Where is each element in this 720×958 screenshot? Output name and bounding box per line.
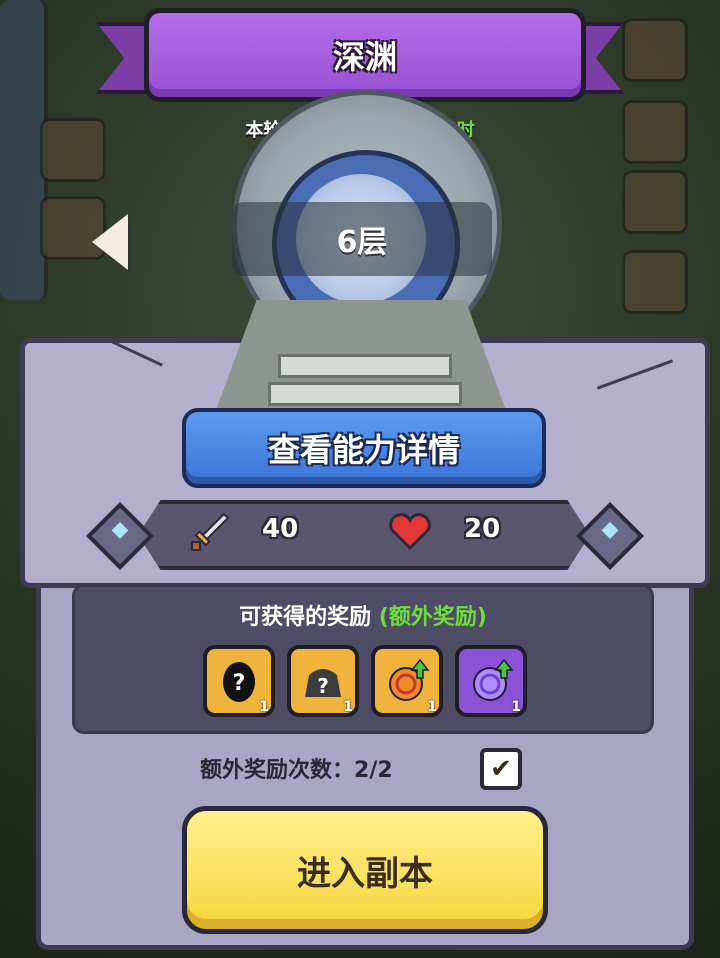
extra-count-value: 2/2	[354, 758, 393, 783]
floor-label: 6层	[336, 225, 388, 260]
sword-icon	[191, 512, 230, 551]
extra-reward-count: 额外奖励次数：2/2	[200, 752, 393, 784]
pedestal-step	[278, 354, 452, 378]
reward-count: 1	[343, 699, 353, 715]
reward-item-mystery-egg[interactable]: ? 1	[203, 645, 275, 717]
health-value: 20	[464, 514, 501, 544]
pedestal-step	[268, 382, 462, 406]
rewards-panel: 可获得的奖励 (额外奖励) ? 1 ? 1 1 1	[72, 584, 654, 734]
reward-count: 1	[427, 699, 437, 715]
crack-decoration	[107, 338, 163, 367]
checkmark-icon: ✔	[490, 754, 512, 784]
floor-indicator: 6层	[232, 202, 492, 276]
quest-icon	[622, 170, 688, 234]
svg-text:?: ?	[233, 671, 246, 696]
view-ability-details-button[interactable]: 查看能力详情	[182, 408, 546, 488]
title-banner: 深渊	[144, 8, 586, 102]
mail-icon	[622, 18, 688, 82]
reward-item-orange-orb[interactable]: 1	[371, 645, 443, 717]
scroll-icon	[622, 250, 688, 314]
previous-floor-arrow-icon[interactable]	[92, 214, 128, 270]
reward-item-purple-orb[interactable]: 1	[455, 645, 527, 717]
heart-icon	[389, 513, 431, 551]
svg-text:?: ?	[317, 674, 329, 698]
extra-count-label: 额外奖励次数：	[200, 758, 355, 783]
crack-decoration	[596, 359, 674, 390]
reward-item-mystery-pouch[interactable]: ? 1	[287, 645, 359, 717]
attack-value: 40	[262, 514, 299, 544]
page-title: 深渊	[332, 38, 397, 76]
reward-count: 1	[511, 699, 521, 715]
extra-reward-checkbox[interactable]: ✔	[480, 748, 522, 790]
rewards-extra-text: (额外奖励)	[378, 605, 487, 630]
reward-count: 1	[259, 699, 269, 715]
details-button-label: 查看能力详情	[267, 431, 460, 469]
rewards-title-text: 可获得的奖励	[239, 605, 372, 630]
rewards-title: 可获得的奖励 (额外奖励)	[75, 599, 651, 631]
enter-button-label: 进入副本	[297, 853, 433, 894]
enter-dungeon-button[interactable]: 进入副本	[182, 806, 548, 934]
